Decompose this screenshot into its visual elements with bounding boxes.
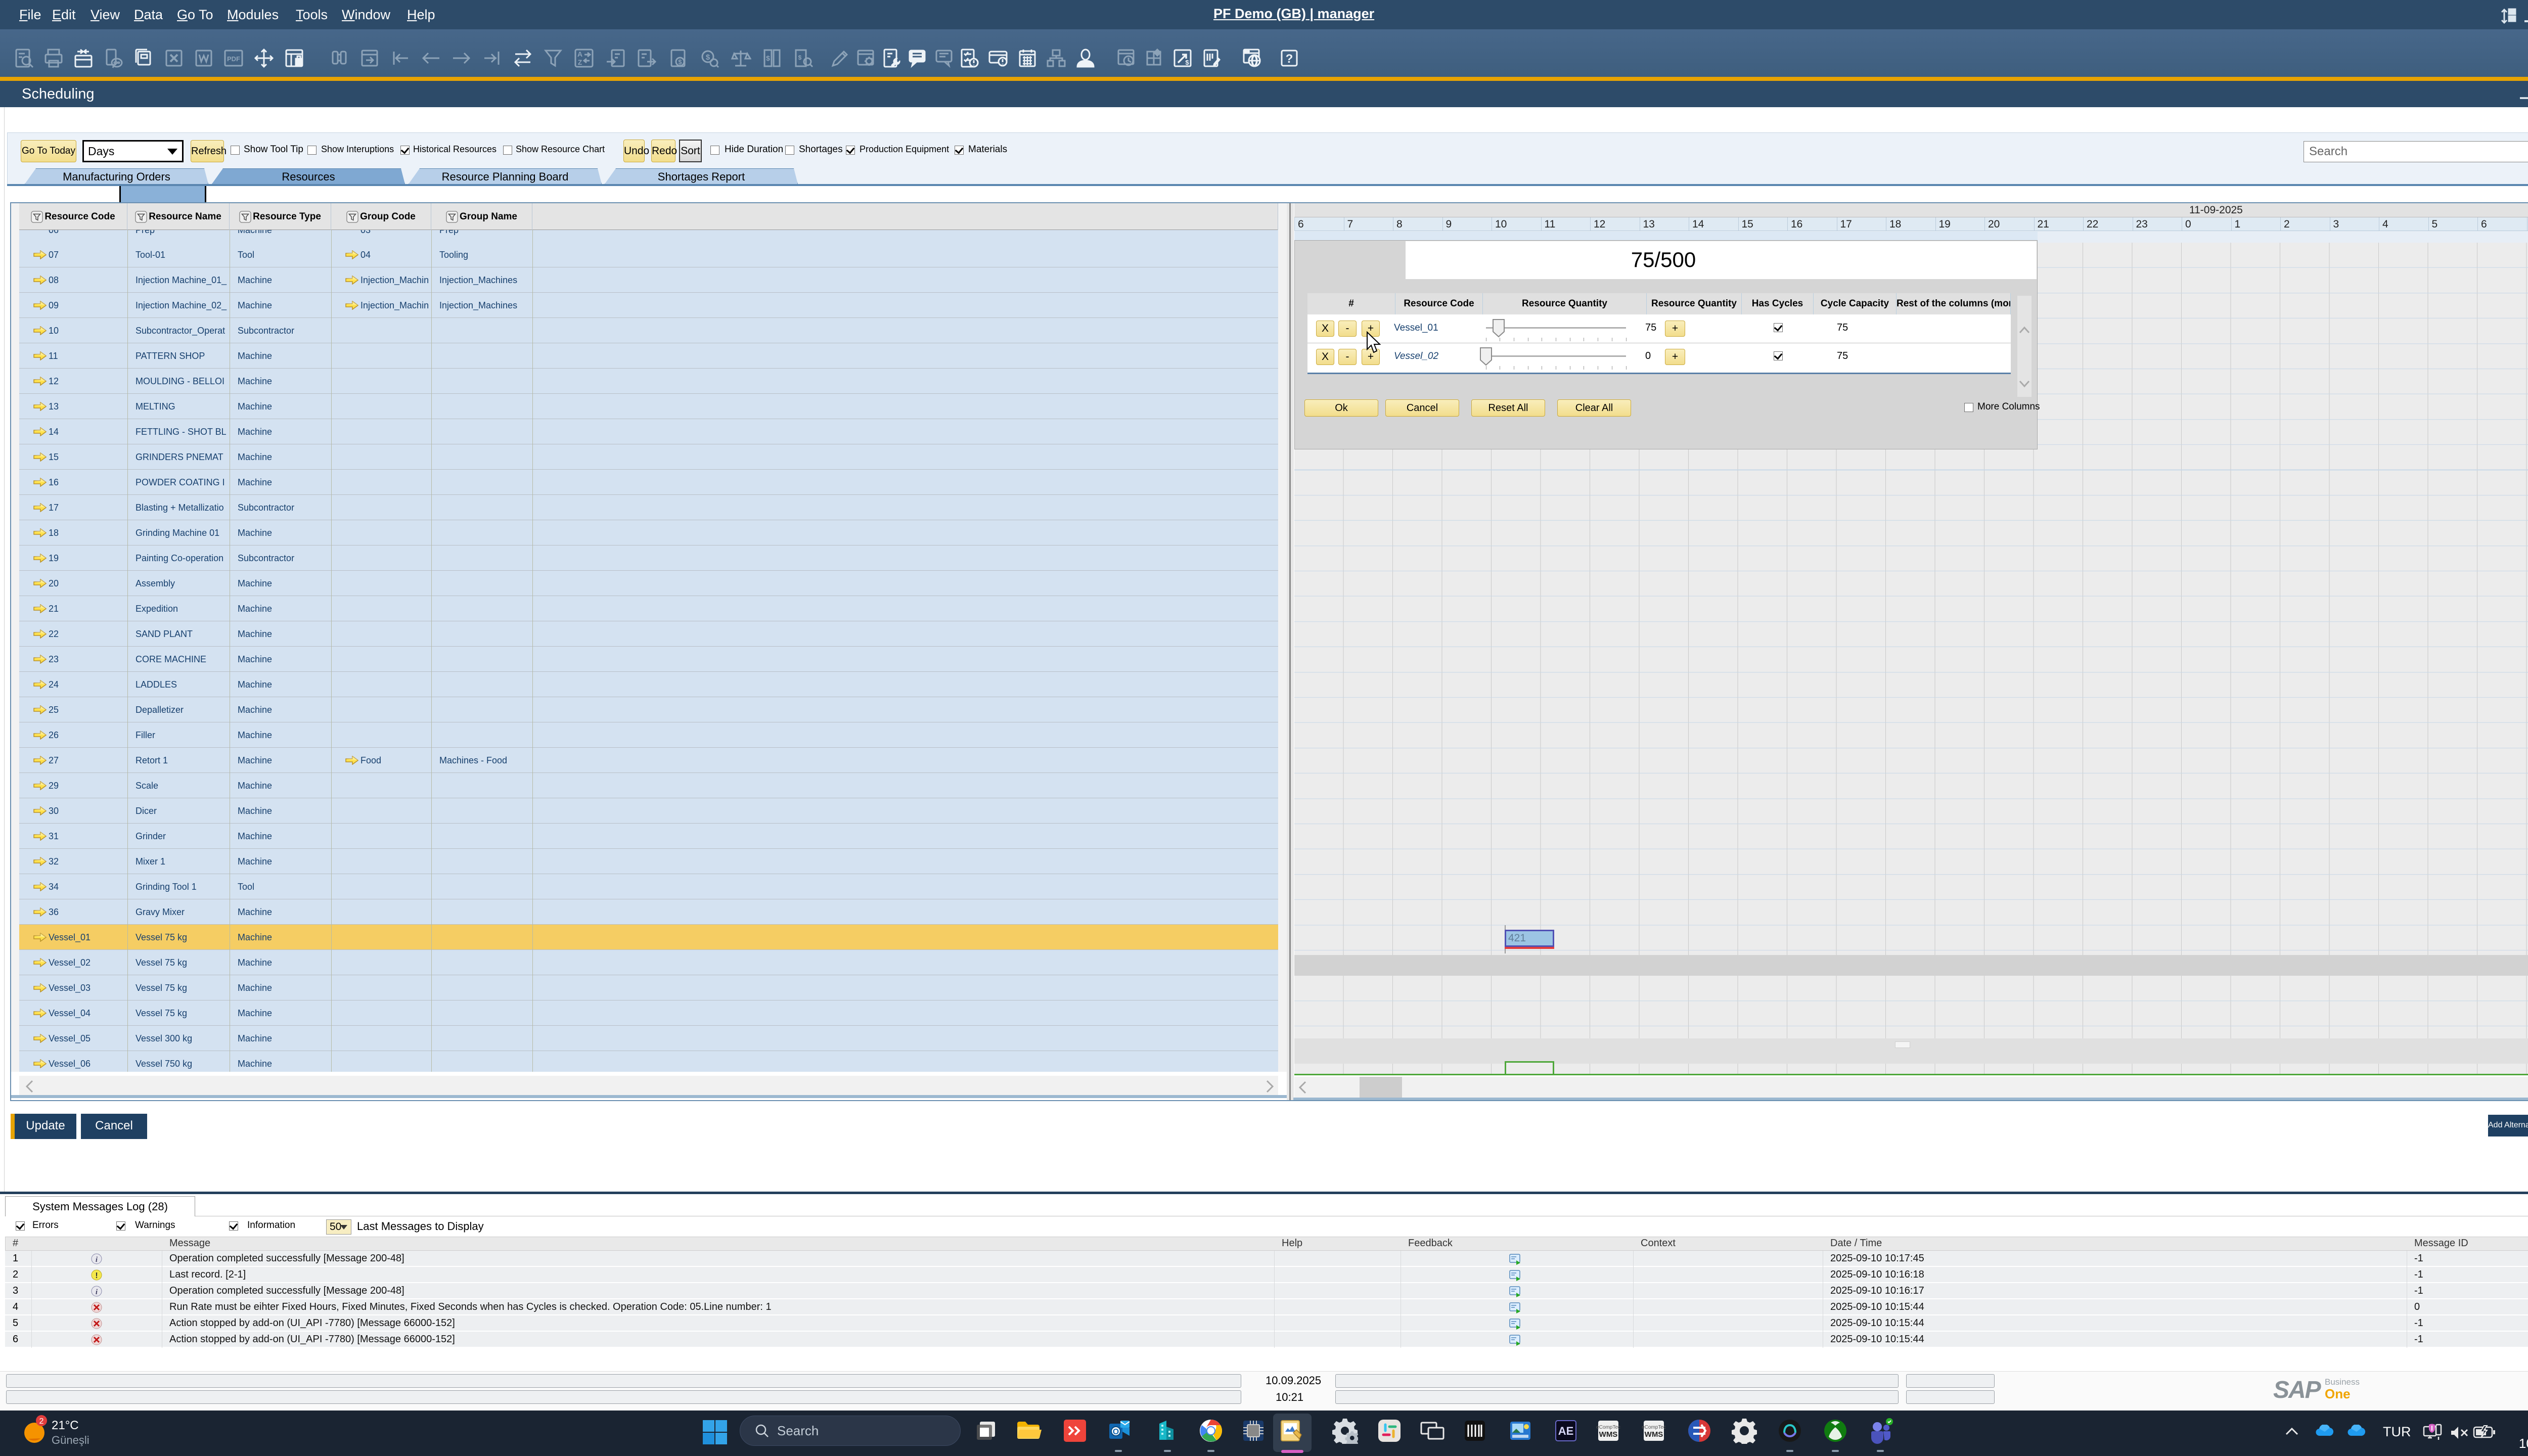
svg-text:eCompTec: eCompTec <box>1596 1425 1620 1430</box>
svg-text:PDF: PDF <box>227 55 240 63</box>
svg-text:!: ! <box>95 1271 98 1280</box>
svg-text:eCompTec: eCompTec <box>1642 1425 1666 1430</box>
svg-text:$: $ <box>1185 59 1189 66</box>
svg-text:O: O <box>1113 1428 1119 1436</box>
svg-text:Z: Z <box>578 58 582 66</box>
svg-text:?: ? <box>1286 52 1293 66</box>
svg-text:AE: AE <box>1558 1425 1574 1437</box>
svg-text:$: $ <box>678 58 682 66</box>
svg-text:$: $ <box>798 54 802 61</box>
svg-text:A: A <box>577 50 582 58</box>
svg-text:WMS: WMS <box>1599 1430 1618 1439</box>
svg-text:2: 2 <box>39 1417 44 1426</box>
svg-text:$: $ <box>706 53 710 62</box>
svg-text:$: $ <box>766 54 770 62</box>
svg-text:WMS: WMS <box>1645 1430 1663 1439</box>
